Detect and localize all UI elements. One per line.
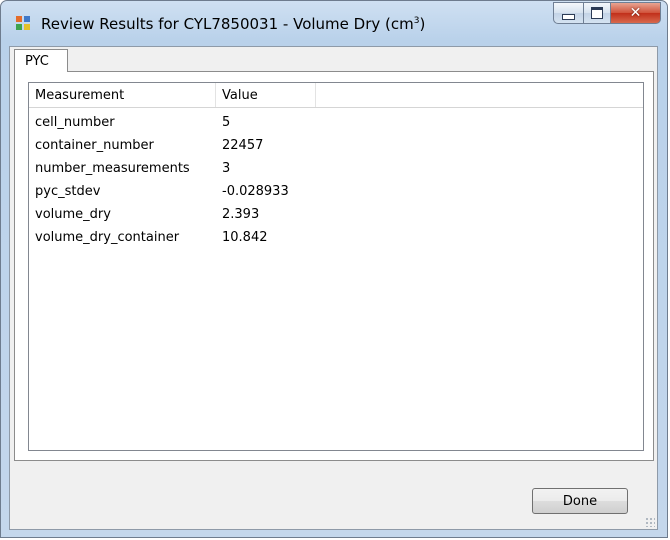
value-cell: 5	[222, 115, 231, 130]
close-icon: ✕	[629, 5, 642, 21]
caption-buttons: ✕	[553, 2, 661, 26]
list-item[interactable]: container_number 22457	[29, 135, 643, 158]
close-button[interactable]: ✕	[611, 2, 661, 24]
tab-page-pyc: Measurement Value cell_number 5 containe…	[14, 71, 654, 461]
column-header-value[interactable]: Value	[216, 83, 316, 107]
dialog-client-area: PYC Measurement Value cell_number 5 cont…	[9, 46, 658, 530]
column-header-filler	[316, 83, 643, 107]
done-button[interactable]: Done	[532, 488, 628, 514]
list-item[interactable]: volume_dry_container 10.842	[29, 227, 643, 250]
measurement-cell: pyc_stdev	[35, 184, 101, 199]
list-item[interactable]: pyc_stdev -0.028933	[29, 181, 643, 204]
resize-grip-icon[interactable]	[645, 517, 655, 527]
measurement-cell: cell_number	[35, 115, 115, 130]
window-title: Review Results for CYL7850031 - Volume D…	[41, 15, 426, 33]
column-header-measurement[interactable]: Measurement	[29, 83, 216, 107]
tab-pyc[interactable]: PYC	[14, 49, 68, 72]
dialog-window: Review Results for CYL7850031 - Volume D…	[0, 0, 668, 538]
list-item[interactable]: cell_number 5	[29, 112, 643, 135]
maximize-icon	[591, 7, 603, 19]
list-item[interactable]: volume_dry 2.393	[29, 204, 643, 227]
value-cell: -0.028933	[222, 184, 289, 199]
value-cell: 3	[222, 161, 231, 176]
results-list[interactable]: Measurement Value cell_number 5 containe…	[28, 82, 644, 451]
value-cell: 22457	[222, 138, 264, 153]
minimize-icon	[562, 14, 575, 20]
list-body: cell_number 5 container_number 22457 num…	[29, 112, 643, 250]
measurement-cell: number_measurements	[35, 161, 190, 176]
value-cell: 2.393	[222, 207, 260, 222]
value-cell: 10.842	[222, 230, 268, 245]
maximize-button[interactable]	[583, 2, 611, 24]
list-header: Measurement Value	[29, 83, 643, 108]
minimize-button[interactable]	[553, 2, 583, 24]
measurement-cell: volume_dry	[35, 207, 111, 222]
title-bar[interactable]: Review Results for CYL7850031 - Volume D…	[1, 1, 667, 43]
list-item[interactable]: number_measurements 3	[29, 158, 643, 181]
measurement-cell: volume_dry_container	[35, 230, 180, 245]
dialog-footer: Done	[10, 461, 657, 529]
application-icon	[16, 16, 30, 30]
measurement-cell: container_number	[35, 138, 154, 153]
tab-strip: PYC	[10, 47, 657, 72]
